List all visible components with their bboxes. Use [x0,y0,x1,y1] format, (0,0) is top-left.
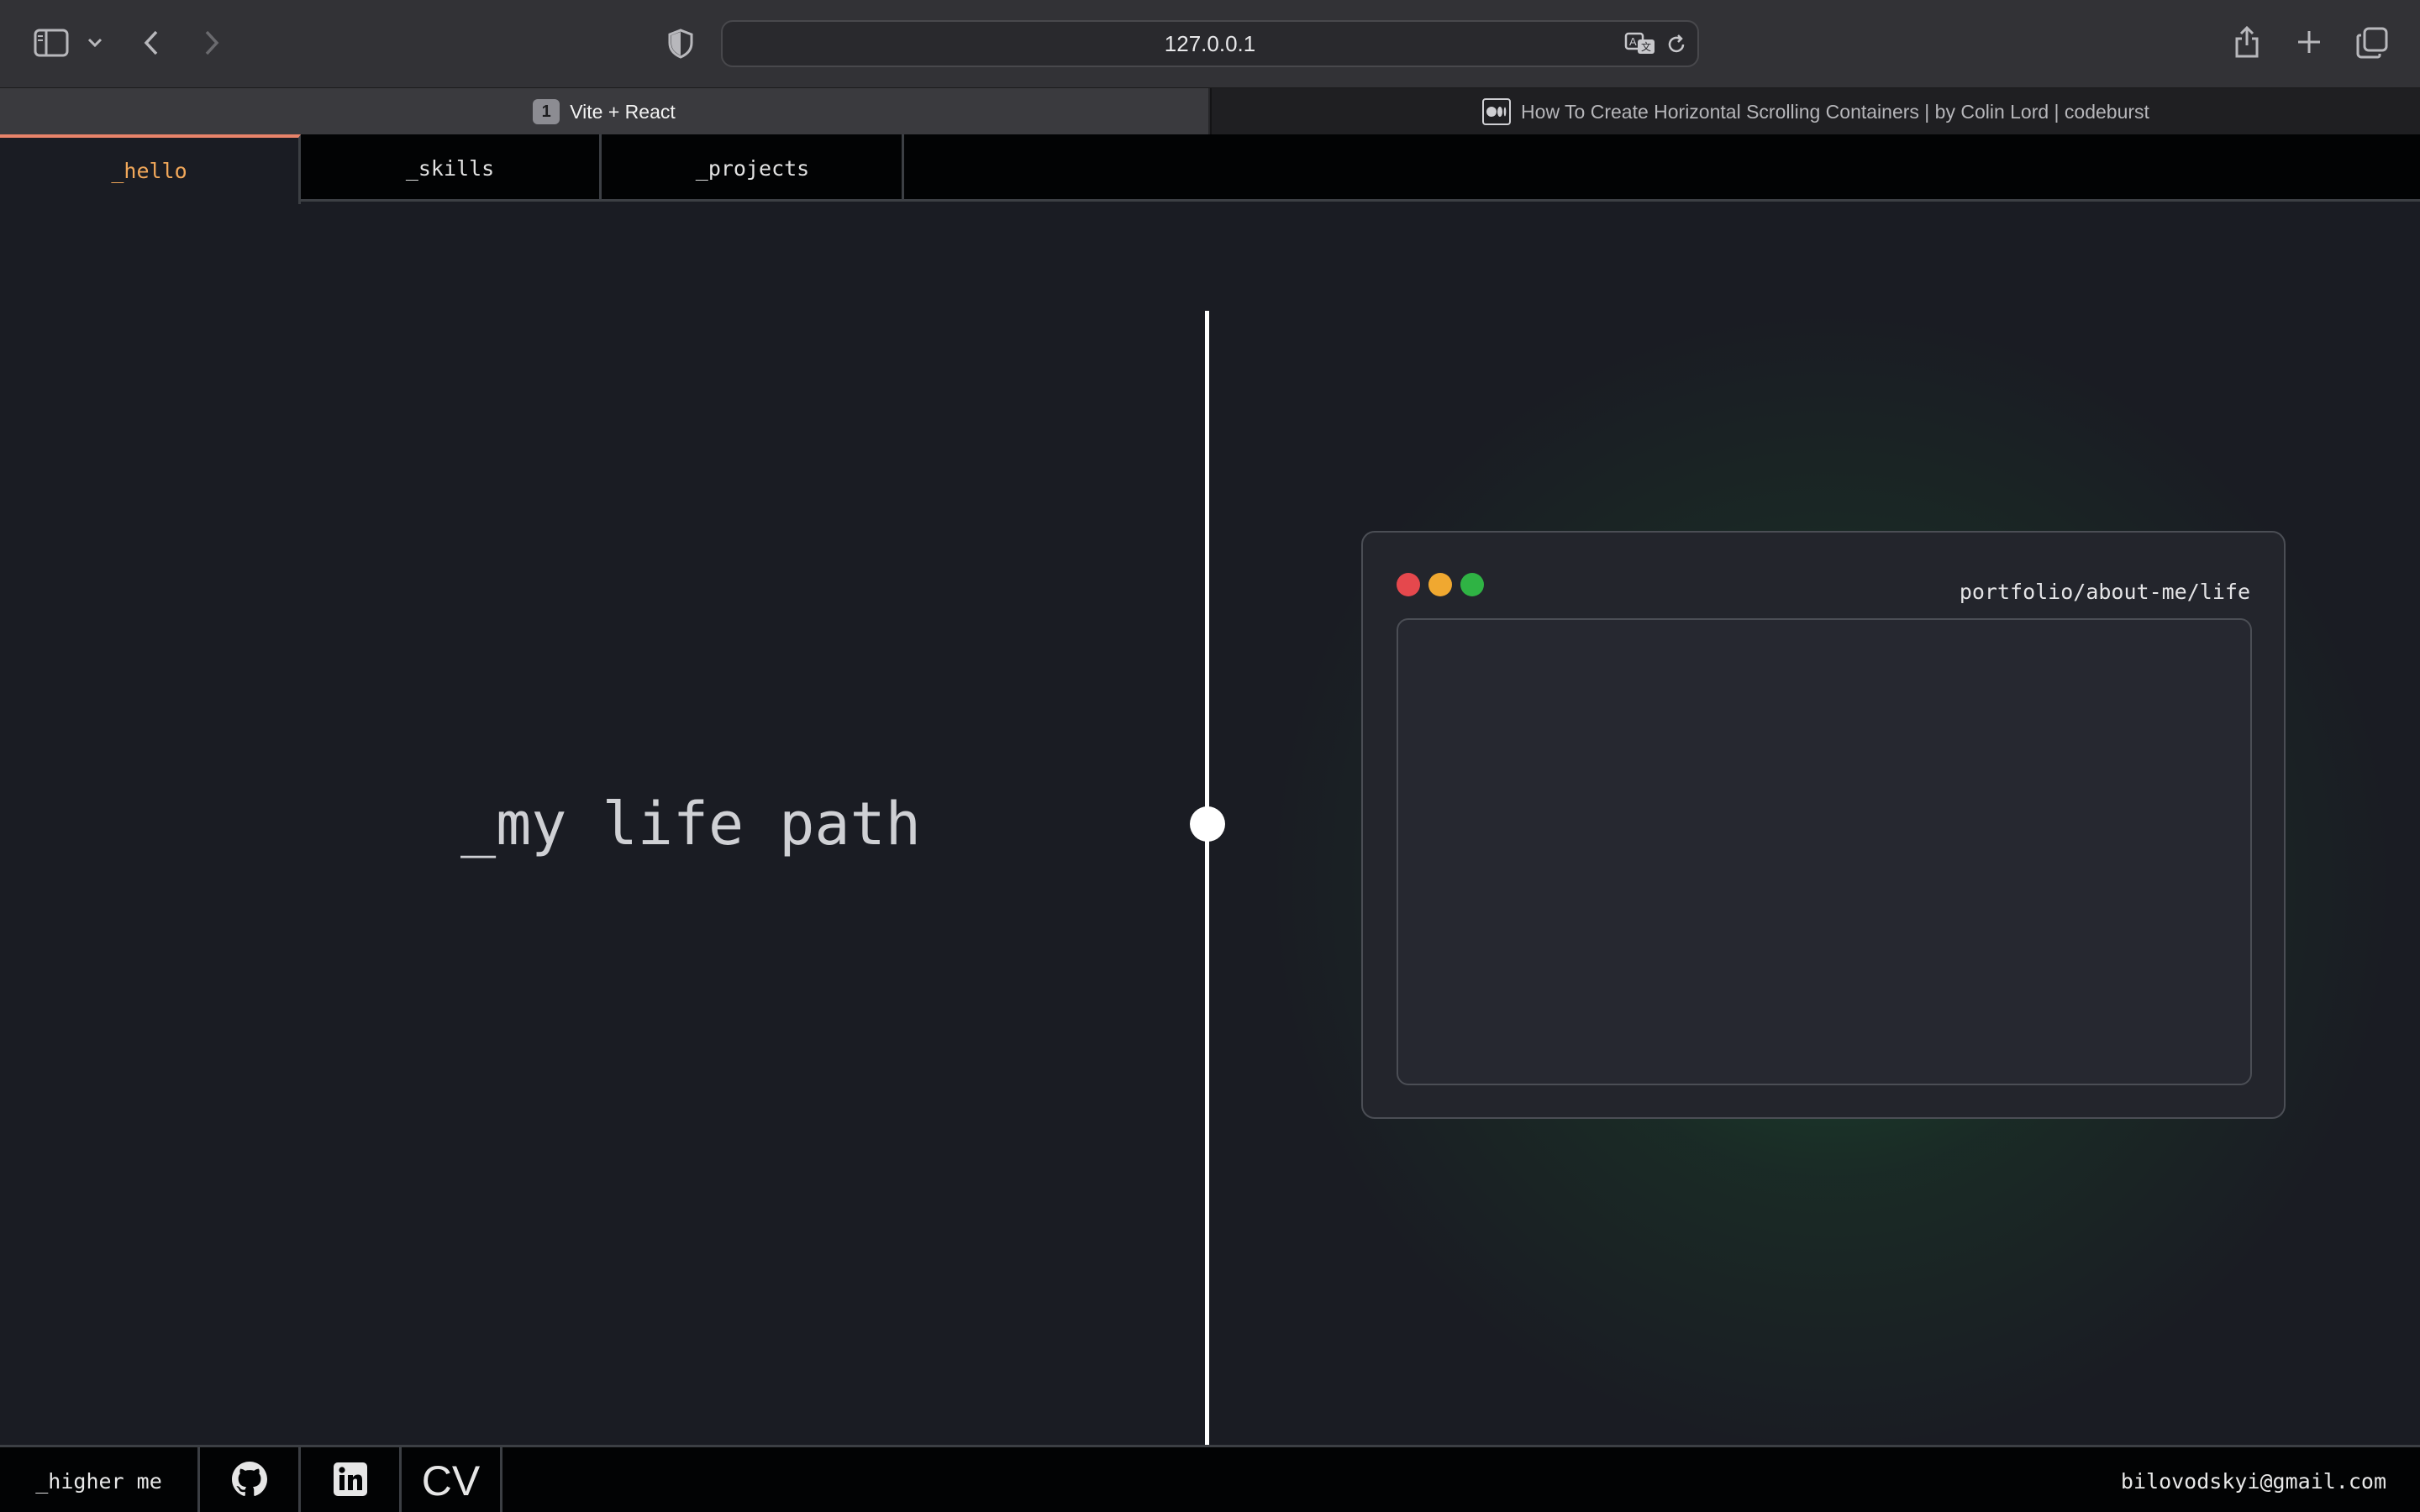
browser-tab-bar: 1 Vite + React How To Create Horizontal … [0,87,2420,135]
linkedin-icon [333,1462,368,1501]
maximize-dot-icon [1460,573,1484,596]
back-icon[interactable] [138,25,165,60]
compare-slider-line[interactable] [1205,311,1209,1445]
translate-icon[interactable]: A文 [1623,30,1657,57]
footer-tagline: _higher me [0,1447,200,1512]
mock-window: portfolio/about-me/life [1361,531,2286,1119]
forward-icon[interactable] [198,25,225,60]
share-icon[interactable] [2230,24,2264,60]
window-content-area [1397,618,2252,1085]
svg-text:文: 文 [1641,40,1651,53]
browser-tab-title: How To Create Horizontal Scrolling Conta… [1521,100,2149,123]
chevron-down-icon[interactable] [84,30,106,55]
plus-icon[interactable] [2292,25,2326,59]
browser-tab-medium-article[interactable]: How To Create Horizontal Scrolling Conta… [1210,88,2420,135]
tabs-overview-icon[interactable] [2354,25,2390,60]
page: _hello _skills _projects _my life path p… [0,134,2420,1512]
svg-text:A: A [1629,35,1637,48]
window-path: portfolio/about-me/life [1959,580,2250,604]
footer: _higher me CV bilovodskyi@gmail.com [0,1445,2420,1512]
tab-hello[interactable]: _hello [0,134,301,204]
browser-toolbar: 127.0.0.1 A文 [0,0,2420,87]
browser-tab-vite-react[interactable]: 1 Vite + React [0,88,1208,135]
linkedin-link[interactable] [301,1447,402,1512]
reload-icon[interactable] [1664,32,1689,57]
tab-skills[interactable]: _skills [301,134,602,202]
tab-badge: 1 [533,99,560,124]
footer-email[interactable]: bilovodskyi@gmail.com [2121,1447,2386,1512]
shield-icon[interactable] [664,27,697,60]
minimize-dot-icon [1428,573,1452,596]
browser-tab-title: Vite + React [570,100,676,123]
sidebar-icon[interactable] [32,25,71,60]
page-title: _my life path [460,790,921,858]
url-text: 127.0.0.1 [1164,30,1256,56]
tab-projects[interactable]: _projects [603,134,904,202]
compare-slider-handle[interactable] [1190,806,1225,842]
github-icon [231,1461,267,1501]
close-dot-icon [1397,573,1420,596]
top-nav: _hello _skills _projects [0,134,2420,204]
address-bar[interactable]: 127.0.0.1 A文 [721,20,1699,67]
cv-link[interactable]: CV [402,1447,502,1512]
github-link[interactable] [200,1447,301,1512]
medium-icon [1482,98,1512,125]
